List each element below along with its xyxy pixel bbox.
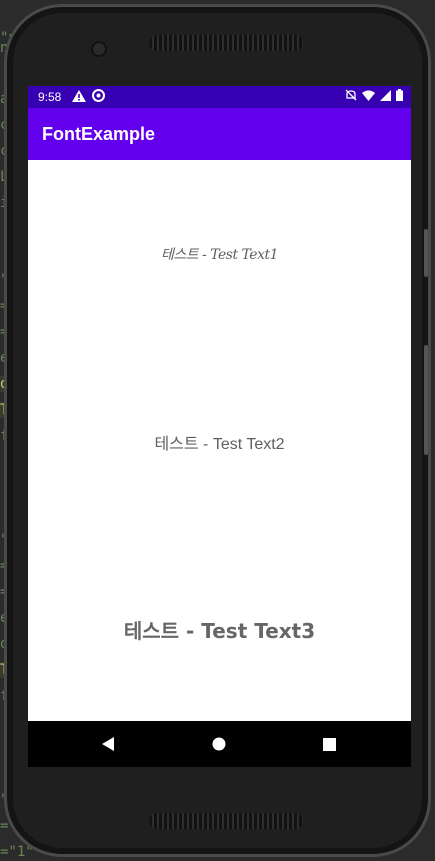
- navigation-bar: [28, 721, 411, 767]
- warning-icon: [72, 89, 86, 105]
- test-text-1: 테스트 - Test Text1: [160, 247, 279, 263]
- main-content: 테스트 - Test Text1 테스트 - Test Text2 테스트 - …: [28, 160, 411, 721]
- app-bar: FontExample: [28, 108, 411, 160]
- status-time: 9:58: [38, 90, 62, 104]
- back-icon[interactable]: [98, 734, 118, 754]
- test-text-2: 테스트 - Test Text2: [154, 436, 285, 453]
- status-bar: 9:58: [28, 86, 411, 108]
- app-title: FontExample: [42, 124, 156, 144]
- sync-icon: [92, 89, 105, 105]
- top-speaker-grille: [149, 35, 303, 51]
- bottom-speaker-grille: [149, 813, 303, 829]
- device-screen: 9:58 FontExample 테스트 - Test Text1 테스트 - …: [28, 86, 411, 767]
- status-right-icons: [345, 89, 403, 104]
- test-text-3: 테스트 - Test Text3: [123, 619, 316, 643]
- status-left-icons: [72, 89, 105, 105]
- volume-button[interactable]: [424, 229, 428, 277]
- mute-icon: [345, 89, 357, 104]
- recents-icon[interactable]: [319, 734, 339, 754]
- battery-icon: [396, 89, 403, 104]
- signal-icon: [380, 89, 391, 104]
- power-button[interactable]: [424, 345, 428, 455]
- home-icon[interactable]: [209, 734, 229, 754]
- front-camera: [91, 41, 107, 57]
- wifi-icon: [362, 90, 375, 104]
